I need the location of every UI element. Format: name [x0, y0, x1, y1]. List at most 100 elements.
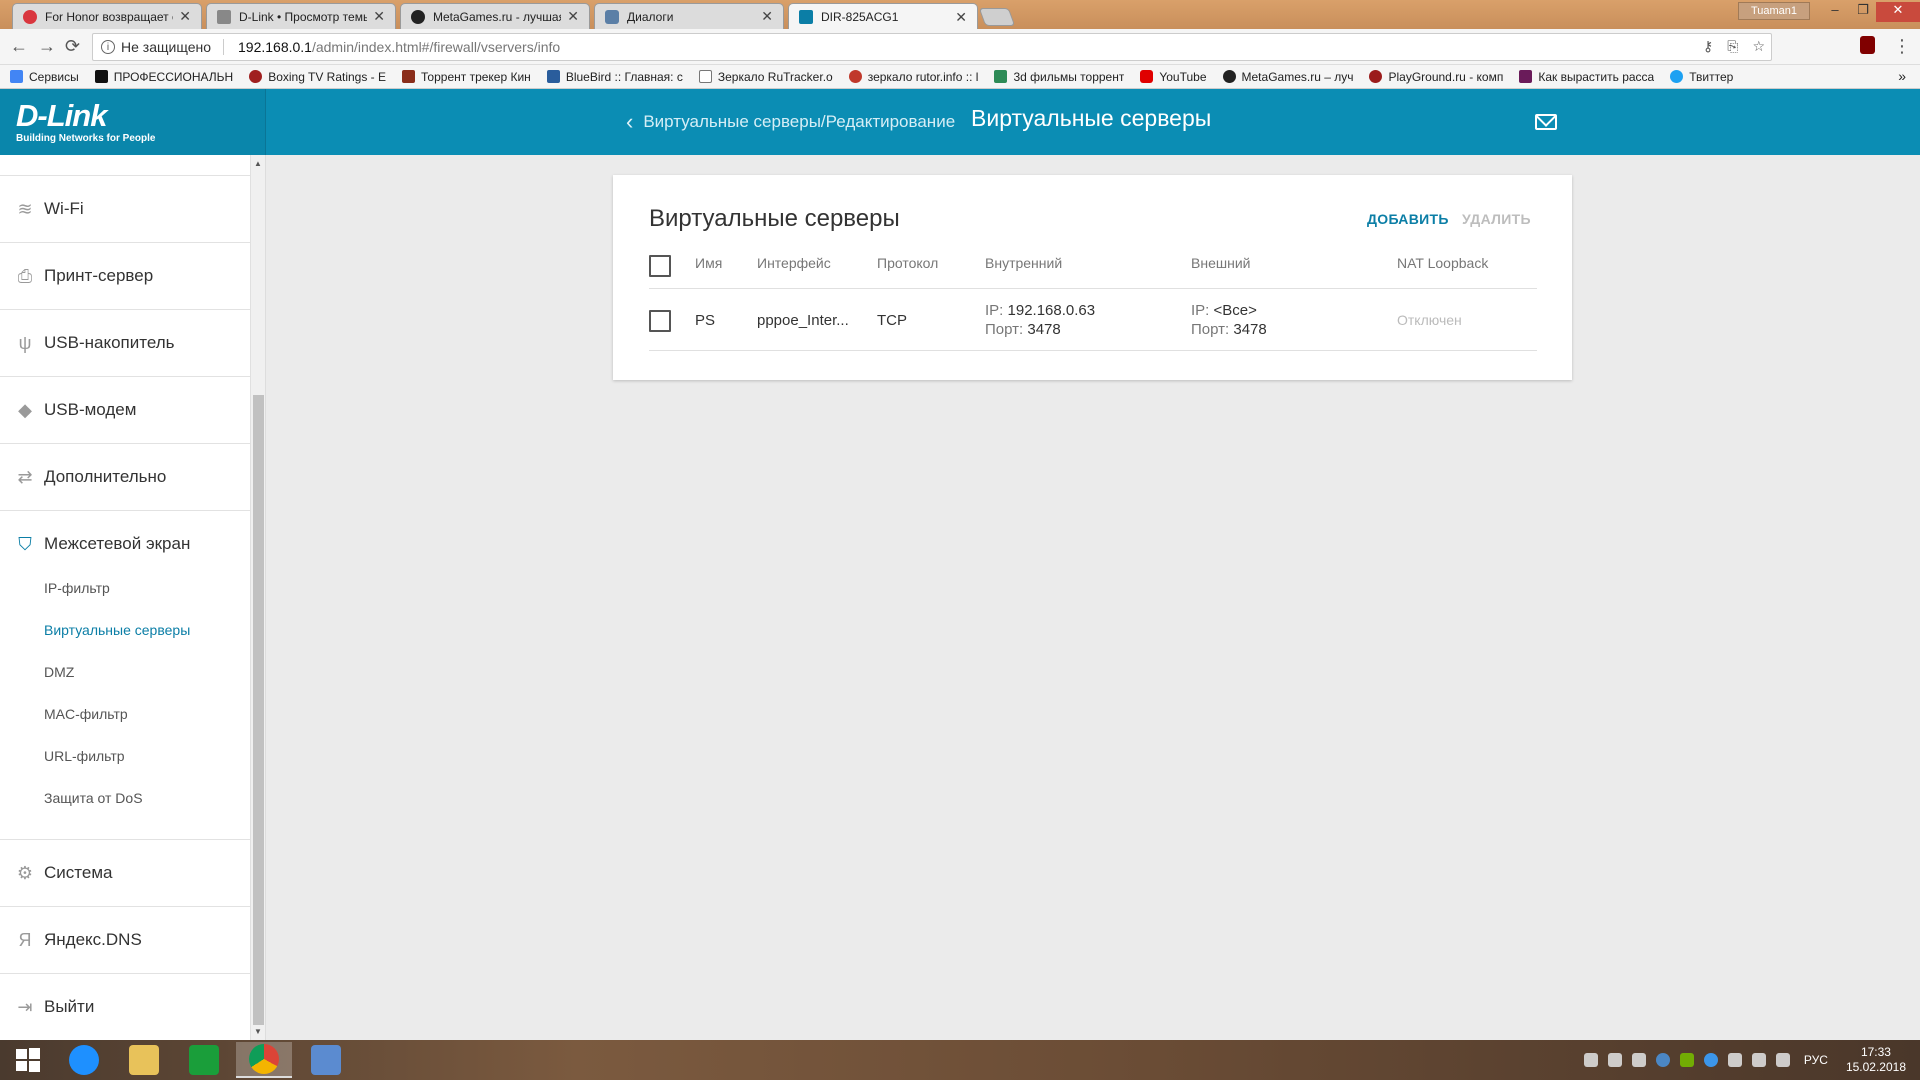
browser-tab-2[interactable]: MetaGames.ru - лучшая ✕	[400, 3, 590, 29]
bookmark-label: BlueBird :: Главная: с	[565, 69, 683, 84]
bookmark-item[interactable]: MetaGames.ru – луч	[1222, 70, 1353, 84]
tray-icon[interactable]	[1703, 1053, 1718, 1067]
breadcrumb-back-link[interactable]: ‹ Виртуальные серверы/Редактирование	[626, 109, 955, 135]
sidebar-item-yandex-dns[interactable]: Я Яндекс.DNS	[0, 906, 250, 973]
add-button[interactable]: ДОБАВИТЬ	[1367, 211, 1449, 227]
row-checkbox[interactable]	[649, 310, 671, 332]
tray-icon[interactable]	[1631, 1053, 1646, 1067]
minimize-icon[interactable]: –	[1820, 2, 1850, 17]
bookmark-item[interactable]: зеркало rutor.info :: l	[848, 70, 978, 84]
scroll-down-icon[interactable]: ▼	[254, 1027, 262, 1036]
start-button[interactable]	[0, 1042, 56, 1078]
nvidia-icon[interactable]	[1679, 1053, 1694, 1067]
bookmark-item[interactable]: BlueBird :: Главная: с	[546, 69, 683, 84]
tab-favicon	[411, 9, 425, 24]
language-indicator[interactable]: РУС	[1804, 1053, 1828, 1067]
taskbar-explorer[interactable]	[116, 1042, 172, 1078]
bookmark-item[interactable]: Торрент трекер Кин	[402, 70, 531, 84]
security-label[interactable]: Не защищено	[121, 39, 224, 55]
tray-icon[interactable]	[1583, 1053, 1598, 1067]
bookmark-star-icon[interactable]: ☆	[1752, 38, 1765, 55]
taskbar-ie[interactable]	[56, 1042, 112, 1078]
sidebar-item-label: USB-модем	[44, 400, 137, 419]
cloud-icon[interactable]	[1607, 1053, 1622, 1067]
more-bookmarks-icon[interactable]: »	[1898, 68, 1906, 84]
sidebar-sub-dos-protection[interactable]: Защита от DoS	[44, 790, 143, 806]
port-label: Порт:	[1191, 321, 1230, 338]
sidebar-item-usb-modem[interactable]: ◆ USB-модем	[0, 376, 250, 443]
maximize-icon[interactable]: ❐	[1848, 2, 1878, 18]
browser-tab-4[interactable]: DIR-825ACG1 ✕	[788, 3, 978, 30]
tray-icon[interactable]	[1655, 1053, 1670, 1067]
mail-icon[interactable]	[1535, 114, 1557, 130]
sidebar-item-usb-storage[interactable]: ψ USB-накопитель	[0, 309, 250, 376]
store-icon	[189, 1045, 219, 1075]
sidebar-item-advanced[interactable]: ⇄ Дополнительно	[0, 443, 250, 510]
sidebar-item-system[interactable]: ⚙ Система	[0, 839, 250, 906]
volume-icon[interactable]	[1775, 1053, 1790, 1067]
new-tab-button[interactable]	[978, 8, 1016, 26]
sidebar-item-wifi[interactable]: ≋ Wi-Fi	[0, 175, 250, 242]
url-text[interactable]: 192.168.0.1/admin/index.html#/firewall/v…	[238, 39, 560, 55]
clock[interactable]: 17:33 15.02.2018	[1846, 1045, 1906, 1075]
sidebar-item-print-server[interactable]: ⎙ Принт-сервер	[0, 242, 250, 309]
delete-button[interactable]: УДАЛИТЬ	[1462, 211, 1531, 227]
taskbar-store[interactable]	[176, 1042, 232, 1078]
sidebar-item-logout[interactable]: ⇥ Выйти	[0, 973, 250, 1040]
window-close-icon[interactable]: ✕	[1876, 2, 1920, 22]
flag-icon[interactable]	[1727, 1053, 1742, 1067]
sidebar-sub-ip-filter[interactable]: IP-фильтр	[44, 580, 110, 596]
sidebar-scrollbar[interactable]: ▲ ▼	[250, 155, 265, 1040]
row-internal-ip: IP: 192.168.0.63	[985, 302, 1095, 319]
card-title: Виртуальные серверы	[649, 205, 900, 232]
bookmark-label: 3d фильмы торрент	[1013, 69, 1125, 84]
ublock-icon[interactable]	[1860, 36, 1875, 54]
bookmark-item[interactable]: Зеркало RuTracker.o	[698, 70, 833, 84]
printer-icon: ⎙	[17, 265, 33, 286]
sidebar-sub-url-filter[interactable]: URL-фильтр	[44, 748, 125, 764]
sidebar-item-firewall[interactable]: ⛉ Межсетевой экран	[0, 510, 250, 577]
network-icon[interactable]	[1751, 1053, 1766, 1067]
omnibox-icons: ⚷ ⎘ ☆	[1703, 38, 1765, 55]
forward-arrow-icon[interactable]: →	[38, 36, 56, 57]
sidebar-item-label: Система	[44, 863, 113, 882]
bookmark-item[interactable]: Как вырастить расса	[1519, 70, 1654, 84]
bookmark-youtube[interactable]: YouTube	[1140, 70, 1207, 84]
bookmark-item[interactable]: Boxing TV Ratings - E	[249, 70, 386, 84]
address-bar[interactable]: i Не защищено 192.168.0.1/admin/index.ht…	[92, 33, 1772, 61]
select-all-checkbox[interactable]	[649, 255, 671, 277]
reload-icon[interactable]: ⟳	[65, 36, 80, 57]
browser-tab-0[interactable]: For Honor возвращает с ✕	[12, 3, 202, 29]
tab-close-icon[interactable]: ✕	[955, 9, 967, 26]
browser-tab-1[interactable]: D-Link • Просмотр темы ✕	[206, 3, 396, 29]
bookmark-twitter[interactable]: Твиттер	[1670, 70, 1733, 84]
bookmark-item[interactable]: 3d фильмы торрент	[994, 70, 1124, 84]
scroll-up-icon[interactable]: ▲	[254, 159, 262, 168]
usb-icon: ψ	[18, 332, 32, 353]
back-arrow-icon[interactable]: ←	[10, 36, 28, 57]
sidebar-sub-dmz[interactable]: DMZ	[44, 664, 74, 680]
taskbar-app[interactable]	[298, 1042, 354, 1078]
sidebar-sub-virtual-servers[interactable]: Виртуальные серверы	[44, 622, 190, 638]
tab-close-icon[interactable]: ✕	[179, 8, 191, 25]
internal-ip-value: 192.168.0.63	[1007, 302, 1096, 319]
browser-tab-3[interactable]: Диалоги ✕	[594, 3, 784, 29]
key-icon[interactable]: ⚷	[1703, 38, 1713, 55]
row-protocol: TCP	[877, 312, 907, 329]
translate-icon[interactable]: ⎘	[1727, 38, 1738, 55]
bookmark-item[interactable]: PlayGround.ru - комп	[1369, 70, 1503, 84]
dlink-logo[interactable]: D-Link Building Networks for People	[0, 89, 266, 155]
bookmark-label: Boxing TV Ratings - E	[268, 69, 387, 84]
info-icon[interactable]: i	[101, 40, 115, 54]
taskbar-chrome[interactable]	[236, 1042, 292, 1078]
bookmark-item[interactable]: ПРОФЕССИОНАЛЬН	[94, 70, 233, 84]
menu-dots-icon[interactable]: ⋮	[1893, 36, 1911, 57]
tab-close-icon[interactable]: ✕	[567, 8, 579, 25]
browser-user-badge[interactable]: Tuaman1	[1737, 2, 1810, 20]
bookmark-services[interactable]: Сервисы	[10, 70, 79, 84]
tab-title: Диалоги	[627, 9, 674, 24]
scrollbar-thumb[interactable]	[253, 395, 264, 1025]
tab-close-icon[interactable]: ✕	[761, 8, 773, 25]
sidebar-sub-mac-filter[interactable]: MAC-фильтр	[44, 706, 128, 722]
tab-close-icon[interactable]: ✕	[373, 8, 385, 25]
